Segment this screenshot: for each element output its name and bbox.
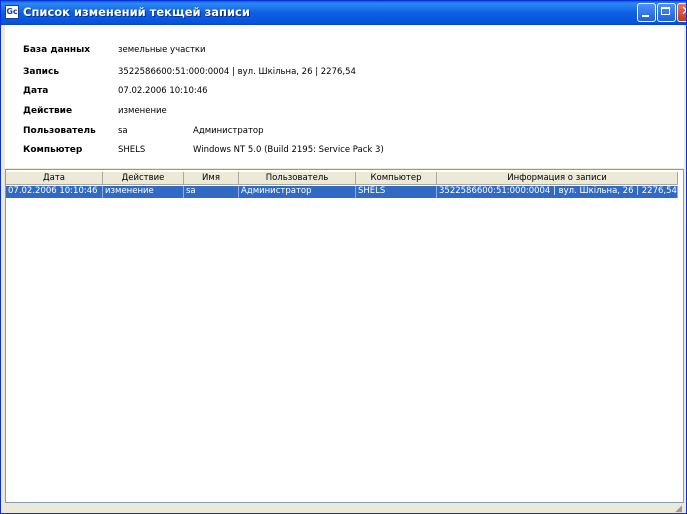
table-row[interactable]: 07.02.2006 10:10:46 изменение sa Админис… [6,186,678,198]
computer-os: Windows NT 5.0 (Build 2195: Service Pack… [193,145,384,155]
database-value: земельные участки [118,45,206,55]
computer-label: Компьютер [23,145,83,155]
column-header-name[interactable]: Имя [184,172,239,185]
column-header-computer[interactable]: Компьютер [356,172,437,185]
close-icon: ✕ [681,4,686,19]
user-name: Администратор [193,126,264,136]
maximize-button[interactable] [657,3,676,22]
history-window: Gc Список изменений текщей записи ✕ База… [0,0,687,514]
close-button[interactable]: ✕ [677,3,686,22]
maximize-icon [661,7,670,15]
cell-computer: SHELS [356,186,437,198]
minimize-button[interactable] [637,3,656,22]
table-header: Дата Действие Имя Пользователь Компьютер… [6,172,683,185]
status-bar: ◢ [5,503,684,513]
user-login: sa [118,126,128,136]
user-label: Пользователь [23,126,96,136]
database-label: База данных [23,45,91,55]
column-header-user[interactable]: Пользователь [239,172,356,185]
title-bar[interactable]: Gc Список изменений текщей записи ✕ [1,1,686,25]
cell-action: изменение [103,186,184,198]
record-value: 3522586600:51:000:0004 | вул. Шкільна, 2… [118,67,356,77]
computer-name: SHELS [118,145,146,155]
cell-user: Администратор [239,186,356,198]
history-table[interactable]: Дата Действие Имя Пользователь Компьютер… [5,169,684,503]
column-header-date[interactable]: Дата [6,172,103,185]
action-label: Действие [23,106,73,116]
minimize-icon [642,15,649,17]
column-header-action[interactable]: Действие [103,172,184,185]
record-label: Запись [23,67,60,77]
window-title: Список изменений текщей записи [23,5,250,19]
app-icon[interactable]: Gc [5,5,19,19]
column-header-record-info[interactable]: Информация о записи [437,172,678,185]
record-info-panel: База данных земельные участки Запись 352… [5,25,684,168]
date-label: Дата [23,86,49,96]
cell-date: 07.02.2006 10:10:46 [6,186,103,198]
date-value: 07.02.2006 10:10:46 [118,86,208,96]
resize-grip-icon[interactable]: ◢ [675,504,682,513]
action-value: изменение [118,106,167,116]
cell-record-info: 3522586600:51:000:0004 | вул. Шкільна, 2… [439,186,678,198]
cell-name: sa [184,186,239,198]
